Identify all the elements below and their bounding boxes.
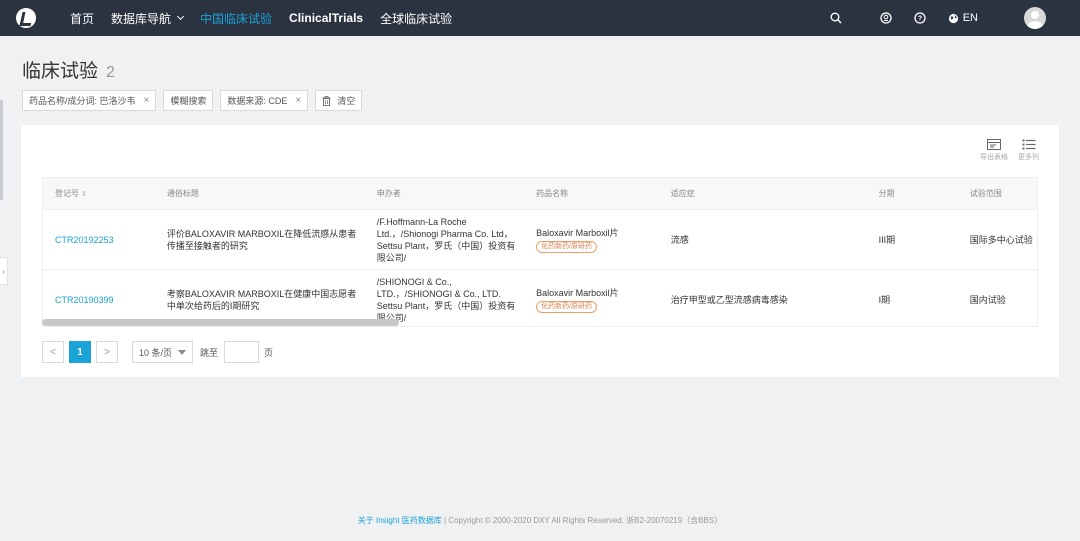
table-header: 登记号 ⇕ 通俗标题 申办者 药品名称 适应症 分期 试验范围 (43, 178, 1037, 210)
trial-drug: Baloxavir Marboxil片 化药新药/原研药 (524, 287, 659, 313)
table-tools: 导出表格 更多列 (970, 139, 1039, 162)
close-icon[interactable]: × (295, 95, 301, 106)
search-icon[interactable] (830, 12, 842, 24)
page-scrollbar[interactable] (0, 100, 3, 200)
trial-scope: 国内试验 (969, 294, 1006, 305)
language-label: EN (962, 12, 978, 24)
column-header-scope: 试验范围 (969, 189, 1002, 198)
notification-icon[interactable] (880, 12, 892, 24)
prev-page-button[interactable]: < (42, 341, 64, 363)
nav-china-trials[interactable]: 中国临床试验 (200, 10, 272, 27)
trial-scope: 国际多中心试验 (969, 234, 1033, 245)
export-table-button[interactable]: 导出表格 (980, 139, 1008, 162)
trial-indication: 流感 (670, 234, 689, 245)
nav-global-trials[interactable]: 全球临床试验 (380, 10, 452, 27)
drug-type-badge: 化药新药/原研药 (536, 240, 598, 253)
trial-phase: I期 (878, 294, 891, 305)
trial-id-link[interactable]: CTR20190399 (43, 294, 155, 306)
export-label: 导出表格 (980, 154, 1008, 161)
about-link[interactable]: 关于 Insight 医药数据库 (358, 516, 442, 525)
logo-icon[interactable] (16, 8, 36, 28)
column-header-drug: 药品名称 (536, 189, 569, 198)
page-size-select[interactable]: 10 条/页 (132, 341, 194, 363)
column-header-id[interactable]: 登记号 ⇕ (43, 188, 155, 199)
trials-table[interactable]: 登记号 ⇕ 通俗标题 申办者 药品名称 适应症 分期 试验范围 CTR201922… (42, 177, 1038, 327)
trash-icon (322, 95, 331, 106)
copyright-text: Copyright © 2000-2020 DXY All Rights Res… (448, 516, 723, 525)
column-header-indication: 适应症 (670, 189, 695, 198)
nav-database[interactable]: 数据库导航 (111, 10, 185, 27)
table-row: CTR20192253 评价BALOXAVIR MARBOXIL在降低流感从患者… (43, 210, 1037, 270)
drug-type-badge: 化药新药/原研药 (536, 300, 598, 313)
column-header-sponsor: 申办者 (376, 189, 401, 198)
trial-sponsor: /F.Hoffmann-La Roche Ltd.，/Shionogi Phar… (376, 216, 516, 263)
trial-id-link[interactable]: CTR20192253 (43, 234, 155, 246)
nav-home[interactable]: 首页 (70, 10, 94, 27)
trial-drug: Baloxavir Marboxil片 化药新药/原研药 (524, 227, 659, 253)
trial-phase: III期 (878, 234, 896, 245)
clear-filters-button[interactable]: 清空 (315, 90, 363, 111)
trial-title: 评价BALOXAVIR MARBOXIL在降低流感从患者传播至接触者的研究 (166, 228, 357, 251)
column-header-title: 通俗标题 (166, 189, 199, 198)
filter-chip-label: 数据来源: CDE (227, 96, 288, 106)
filter-chip-source[interactable]: 数据来源: CDE × (220, 90, 309, 111)
page-title-text: 临床试验 (22, 61, 99, 82)
next-page-button[interactable]: > (96, 341, 118, 363)
page-title: 临床试验 2 (22, 56, 115, 83)
filter-chip-label: 药品名称/成分词: 巴洛沙韦 (29, 96, 136, 106)
filter-chip-drug[interactable]: 药品名称/成分词: 巴洛沙韦 × (22, 90, 157, 111)
trial-indication: 治疗甲型或乙型流感病毒感染 (670, 294, 788, 305)
filter-chip-label: 模糊搜索 (170, 96, 207, 106)
pagination: < 1 > 10 条/页 跳至 页 (42, 341, 273, 363)
trial-sponsor: /SHIONOGI & Co., LTD.，/SHIONOGI & Co., L… (376, 276, 516, 323)
filter-chip-fuzzy[interactable]: 模糊搜索 (163, 90, 214, 111)
caret-down-icon (178, 349, 187, 355)
drug-name: Baloxavir Marboxil片 (536, 287, 619, 298)
page-size-label: 10 条/页 (139, 347, 173, 358)
help-icon[interactable]: ? (914, 12, 926, 24)
column-header-label: 登记号 (55, 189, 79, 198)
column-header-phase: 分期 (878, 189, 895, 198)
result-count: 2 (106, 64, 115, 81)
language-switch[interactable]: EN (948, 12, 978, 24)
horizontal-scrollbar[interactable] (42, 319, 399, 326)
avatar[interactable] (1024, 7, 1046, 29)
jump-page-input[interactable] (224, 341, 260, 363)
filter-bar: 药品名称/成分词: 巴洛沙韦 × 模糊搜索 数据来源: CDE × 清空 (22, 90, 369, 111)
page-number[interactable]: 1 (69, 341, 91, 363)
jump-label: 跳至 (200, 347, 219, 358)
nav-clinicaltrials[interactable]: ClinicalTrials (289, 11, 363, 25)
nav-right: ? EN (830, 0, 1080, 36)
more-columns-label: 更多列 (1018, 154, 1039, 161)
drug-name: Baloxavir Marboxil片 (536, 227, 619, 238)
sidebar-toggle[interactable]: › (0, 257, 8, 285)
nav-database-label: 数据库导航 (111, 11, 172, 26)
top-nav: 首页 数据库导航 中国临床试验 ClinicalTrials 全球临床试验 ? … (0, 0, 1080, 36)
sort-icon[interactable]: ⇕ (81, 191, 87, 198)
svg-text:?: ? (918, 16, 922, 23)
clear-label: 清空 (337, 96, 356, 106)
more-columns-button[interactable]: 更多列 (1018, 139, 1039, 162)
chevron-down-icon (176, 12, 185, 21)
footer: 关于 Insight 医药数据库 | Copyright © 2000-2020… (0, 515, 1080, 526)
globe-icon (948, 13, 958, 23)
close-icon[interactable]: × (144, 95, 150, 106)
jump-suffix: 页 (264, 347, 274, 358)
footer-separator: | (444, 516, 447, 525)
results-card: 导出表格 更多列 登记号 ⇕ 通俗标题 申办者 药品名称 适应症 分期 试验范围 … (21, 125, 1059, 377)
list-icon (1022, 139, 1035, 150)
trial-title: 考察BALOXAVIR MARBOXIL在健康中国志愿者中单次给药后的I期研究 (166, 288, 357, 311)
export-icon (987, 139, 1001, 150)
